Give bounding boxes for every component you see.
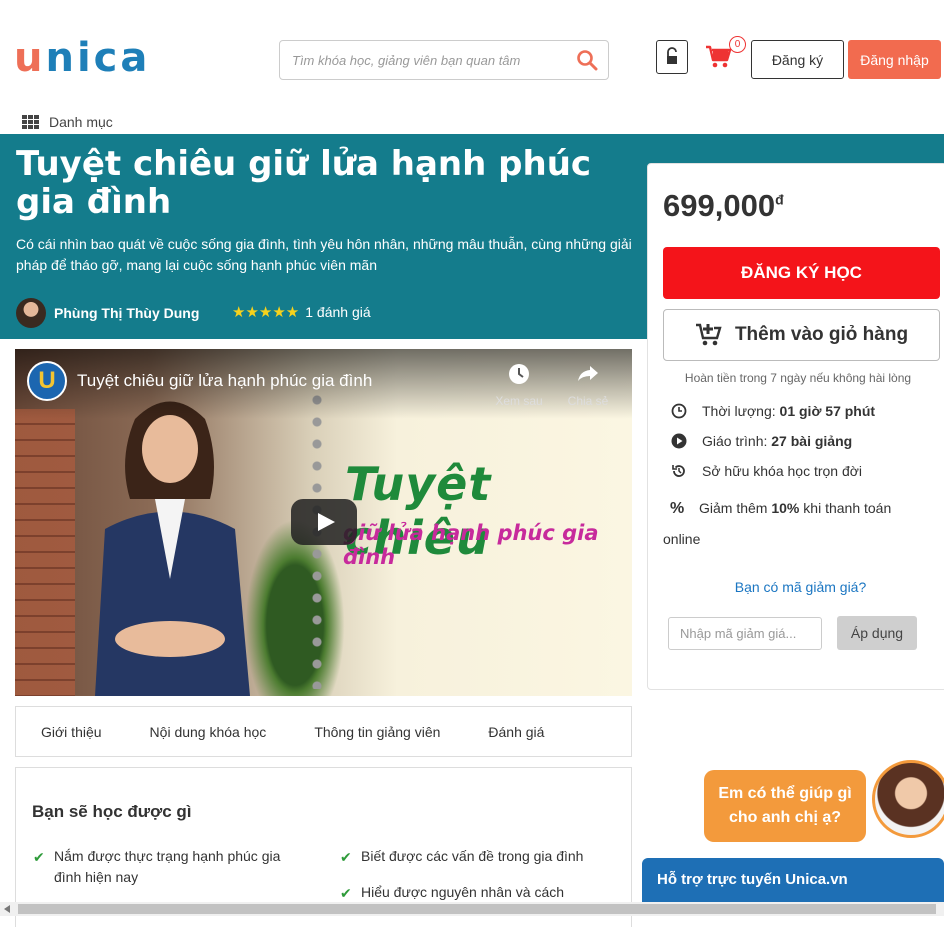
lock-button[interactable]	[656, 40, 688, 74]
instructor-avatar	[16, 298, 46, 328]
learn-item-text: Hiểu được nguyên nhân và cách	[361, 884, 565, 900]
tab-content[interactable]: Nội dung khóa học	[150, 724, 267, 740]
play-icon	[318, 513, 335, 531]
lock-icon	[667, 47, 677, 64]
curriculum-row: Giáo trình: 27 bài giảng	[670, 433, 852, 449]
coupon-link[interactable]: Bạn có mã giảm giá?	[648, 579, 944, 595]
channel-logo[interactable]: U	[27, 361, 67, 401]
course-title: Tuyệt chiêu giữ lửa hạnh phúc gia đình	[16, 144, 592, 222]
learn-title: Bạn sẽ học được gì	[32, 802, 192, 821]
lifetime-row: Sở hữu khóa học trọn đời	[670, 463, 862, 479]
clock-icon	[509, 364, 529, 384]
logo-letter: u	[14, 35, 46, 81]
play-circle-icon	[671, 433, 687, 449]
search-input[interactable]	[280, 41, 560, 79]
learn-item-text: Nắm được thực trạng hạnh phúc gia đình h…	[54, 848, 281, 885]
percent-icon: %	[670, 500, 685, 517]
instructor[interactable]: Phùng Thị Thùy Dung	[16, 298, 199, 328]
refund-note: Hoàn tiền trong 7 ngày nếu không hài lòn…	[684, 371, 912, 385]
search-box	[279, 40, 609, 80]
video-background	[15, 409, 75, 696]
purchase-card: 699,000đ ĐĂNG KÝ HỌC Thêm vào giỏ hàng H…	[647, 163, 944, 690]
scroll-left-arrow-icon[interactable]	[4, 905, 10, 913]
lifetime-text: Sở hữu khóa học trọn đời	[702, 463, 863, 479]
register-button[interactable]: Đăng ký	[751, 40, 844, 79]
check-icon: ✔	[340, 885, 352, 901]
chat-agent-avatar[interactable]	[872, 760, 944, 838]
cart-plus-icon	[695, 323, 722, 346]
learn-item-text: Biết được các vấn đề trong gia đình	[361, 848, 584, 864]
cart-count-badge: 0	[729, 36, 746, 53]
rating-count: 1 đánh giá	[305, 304, 371, 320]
price-value: 699,000	[663, 188, 776, 223]
course-description: Có cái nhìn bao quát về cuộc sống gia đì…	[16, 236, 632, 273]
clock-icon	[671, 403, 687, 419]
watch-later-button[interactable]: Xem sau	[489, 363, 549, 408]
check-icon: ✔	[340, 849, 352, 865]
discount-prefix: Giảm thêm	[699, 500, 768, 516]
share-icon	[578, 366, 598, 381]
discount-value: 10%	[771, 500, 800, 516]
online-support-bar[interactable]: Hỗ trợ trực tuyến Unica.vn	[642, 858, 944, 902]
curriculum-value: 27 bài giảng	[771, 433, 853, 449]
horizontal-scrollbar[interactable]	[0, 902, 944, 916]
course-tabs: Giới thiệu Nội dung khóa học Thông tin g…	[15, 706, 632, 757]
video-player[interactable]: U Tuyệt chiêu giữ lửa hạnh phúc gia đình…	[15, 349, 632, 696]
duration-label: Thời lượng:	[702, 403, 776, 419]
video-presenter-image	[95, 401, 250, 696]
logo-text: nica	[45, 35, 151, 81]
price-currency: đ	[775, 191, 784, 208]
enroll-button[interactable]: ĐĂNG KÝ HỌC	[663, 247, 940, 299]
add-to-cart-button[interactable]: Thêm vào giỏ hàng	[663, 309, 940, 361]
category-menu[interactable]: Danh mục	[22, 112, 113, 132]
tab-intro[interactable]: Giới thiệu	[41, 724, 102, 740]
add-to-cart-label: Thêm vào giỏ hàng	[734, 324, 909, 345]
learn-item: ✔ Hiểu được nguyên nhân và cách	[340, 882, 621, 903]
category-label: Danh mục	[49, 114, 113, 130]
course-rating[interactable]: ★★★★★ 1 đánh giá	[232, 303, 371, 321]
share-label: Chia sẻ	[567, 394, 609, 408]
watch-later-label: Xem sau	[495, 394, 543, 408]
share-button[interactable]: Chia sẻ	[561, 363, 615, 408]
curriculum-label: Giáo trình:	[702, 433, 768, 449]
duration-value: 01 giờ 57 phút	[779, 403, 876, 419]
tab-reviews[interactable]: Đánh giá	[488, 724, 544, 740]
instructor-name: Phùng Thị Thùy Dung	[54, 305, 200, 321]
scrollbar-thumb[interactable]	[18, 904, 936, 914]
course-price: 699,000đ	[663, 188, 784, 224]
grid-icon	[22, 114, 39, 130]
check-icon: ✔	[33, 849, 45, 865]
video-title[interactable]: Tuyệt chiêu giữ lửa hạnh phúc gia đình	[77, 371, 372, 391]
duration-row: Thời lượng: 01 giờ 57 phút	[670, 403, 875, 419]
discount-row: % Giảm thêm 10% khi thanh toán online	[663, 493, 923, 554]
apply-coupon-button[interactable]: Áp dụng	[837, 616, 917, 650]
tab-instructor[interactable]: Thông tin giảng viên	[314, 724, 440, 740]
coupon-input[interactable]	[668, 617, 822, 650]
search-icon[interactable]	[576, 49, 598, 71]
play-button[interactable]	[291, 499, 357, 545]
chat-greeting-bubble[interactable]: Em có thể giúp gì cho anh chị ạ?	[704, 770, 866, 842]
course-page: unica 0 Đăng ký Đăng nhập Danh mục Tuyệt…	[0, 0, 944, 944]
learn-item: ✔ Biết được các vấn đề trong gia đình	[340, 846, 621, 867]
learn-item: ✔ Nắm được thực trạng hạnh phúc gia đình…	[33, 846, 294, 888]
unica-logo[interactable]: unica	[14, 36, 150, 80]
history-icon	[672, 465, 685, 477]
video-overlay-subtitle: giữ lửa hạnh phúc gia đình	[343, 521, 599, 569]
login-button[interactable]: Đăng nhập	[848, 40, 941, 79]
star-rating-icon: ★★★★★	[232, 304, 300, 321]
